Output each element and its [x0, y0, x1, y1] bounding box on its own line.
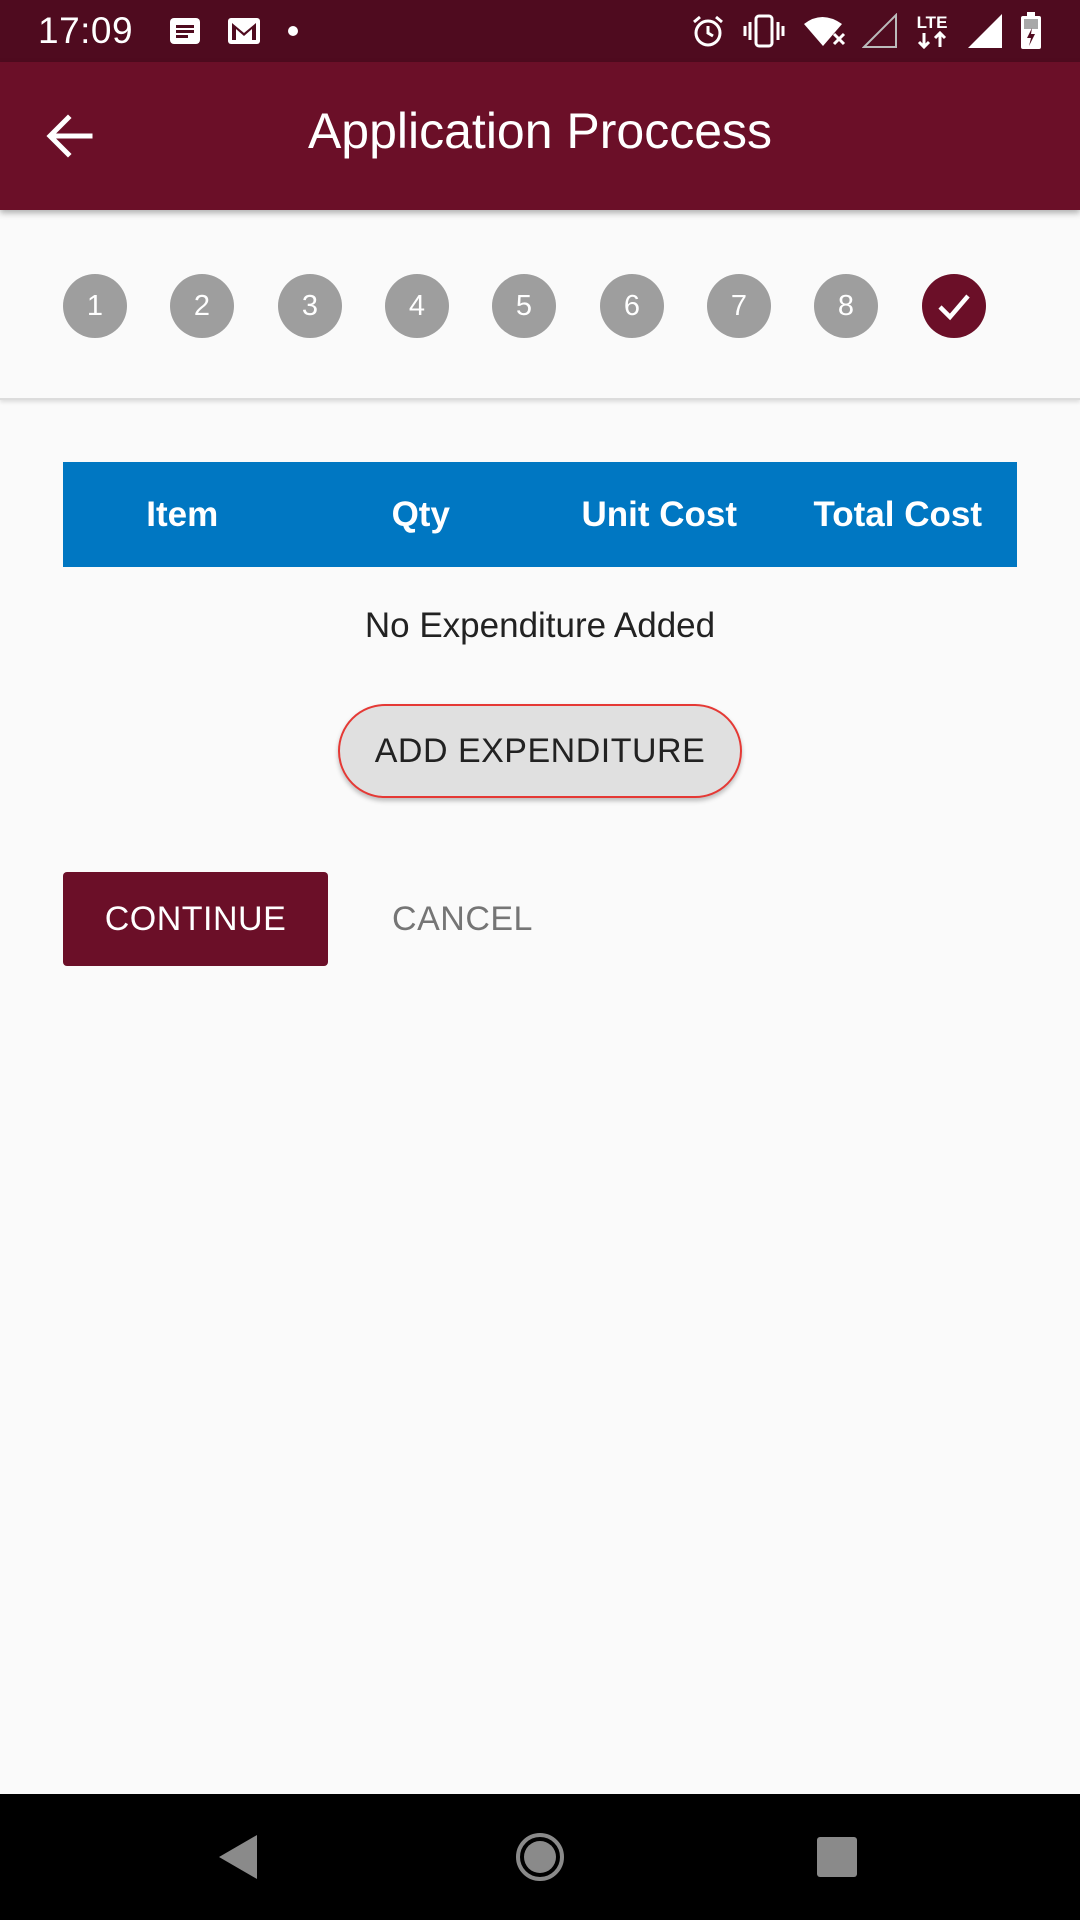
column-header-total-cost: Total Cost	[813, 494, 982, 534]
nav-home-button[interactable]	[507, 1824, 573, 1890]
status-right-icons: LTE	[690, 12, 1042, 50]
step-9-complete[interactable]	[922, 274, 986, 338]
stepper: 1 2 3 4 5 6 7 8	[0, 210, 1080, 400]
dot-icon	[287, 25, 299, 37]
continue-button[interactable]: CONTINUE	[63, 872, 328, 966]
expenditure-table-header: Item Qty Unit Cost Total Cost	[63, 462, 1017, 567]
app-bar: Application Proccess	[0, 62, 1080, 210]
status-bar: 17:09 LTE	[0, 0, 1080, 62]
message-icon	[169, 17, 201, 45]
status-time: 17:09	[38, 10, 134, 51]
column-header-item: Item	[146, 494, 219, 534]
column-header-unit-cost: Unit Cost	[581, 494, 738, 534]
step-2[interactable]: 2	[170, 274, 234, 338]
status-left-icons	[169, 17, 299, 45]
back-triangle-icon	[219, 1835, 257, 1879]
check-icon	[938, 294, 970, 321]
step-7[interactable]: 7	[707, 274, 771, 338]
step-4[interactable]: 4	[385, 274, 449, 338]
vibrate-icon	[742, 14, 786, 48]
cancel-button[interactable]: CANCEL	[370, 872, 555, 966]
nav-recents-button[interactable]	[804, 1824, 870, 1890]
step-3[interactable]: 3	[278, 274, 342, 338]
recents-square-icon	[817, 1837, 857, 1877]
step-5[interactable]: 5	[492, 274, 556, 338]
navigation-bar	[0, 1794, 1080, 1920]
page-title: Application Proccess	[307, 103, 773, 159]
empty-table-message: No Expenditure Added	[364, 606, 716, 645]
step-6[interactable]: 6	[600, 274, 664, 338]
nav-back-button[interactable]	[205, 1824, 271, 1890]
home-circle-icon	[516, 1833, 564, 1881]
step-8[interactable]: 8	[814, 274, 878, 338]
column-header-qty: Qty	[391, 494, 450, 534]
signal-full-icon	[966, 12, 1004, 50]
gmail-icon	[227, 17, 261, 45]
wifi-icon	[802, 14, 846, 48]
lte-label: LTE	[916, 12, 948, 32]
step-1[interactable]: 1	[63, 274, 127, 338]
signal-empty-icon	[862, 13, 898, 49]
battery-icon	[1020, 12, 1042, 50]
add-expenditure-button[interactable]: ADD EXPENDITURE	[338, 704, 742, 798]
alarm-icon	[690, 13, 726, 49]
lte-icon: LTE	[914, 14, 950, 49]
